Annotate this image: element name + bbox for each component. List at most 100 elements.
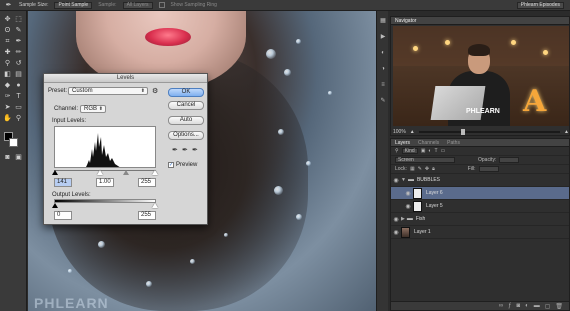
- visibility-eye-icon[interactable]: ◉: [391, 229, 401, 236]
- layer-row-layer-6[interactable]: ◉ Layer 6: [391, 187, 569, 200]
- add-mask-icon[interactable]: ◙: [516, 303, 520, 309]
- healing-brush-icon[interactable]: ✚: [3, 48, 12, 57]
- quick-mask-icon[interactable]: ◙: [3, 153, 12, 162]
- quick-select-tool-icon[interactable]: ✎: [14, 26, 23, 35]
- crop-tool-icon[interactable]: ⌗: [3, 37, 12, 46]
- input-white-field[interactable]: 255: [138, 178, 156, 187]
- layer-row-group-fish[interactable]: ◉ ▶ ▬ Fish: [391, 213, 569, 226]
- expand-arrow-icon[interactable]: ▼: [401, 177, 406, 183]
- eyedropper-tool-icon[interactable]: ✒: [4, 1, 13, 10]
- dodge-tool-icon[interactable]: ●: [14, 81, 23, 90]
- zoom-in-icon[interactable]: ▲: [564, 129, 569, 135]
- adjustment-layer-icon[interactable]: ◐: [525, 303, 529, 309]
- sample-select[interactable]: All Layers: [122, 1, 153, 9]
- filter-type-icon[interactable]: T: [434, 148, 437, 154]
- brush-panel-icon[interactable]: ✎: [379, 97, 387, 105]
- visibility-eye-icon[interactable]: ◉: [391, 177, 401, 184]
- tab-channels[interactable]: Channels: [418, 140, 439, 146]
- opacity-field[interactable]: [499, 157, 520, 163]
- properties-panel-icon[interactable]: ≡: [379, 81, 387, 89]
- input-gamma-field[interactable]: 1.00: [96, 178, 114, 187]
- channel-select[interactable]: RGB ⬍: [80, 105, 106, 113]
- lock-paint-icon[interactable]: ✎: [418, 166, 422, 172]
- collapse-arrow-icon[interactable]: ▶: [401, 216, 405, 222]
- zoom-slider-knob[interactable]: [461, 128, 466, 135]
- show-sampling-ring-checkbox[interactable]: [158, 2, 165, 8]
- color-panel-icon[interactable]: ◐: [379, 49, 387, 57]
- actions-panel-icon[interactable]: ▶: [379, 33, 387, 41]
- preview-checkbox[interactable]: ✓: [168, 162, 174, 168]
- filter-shape-icon[interactable]: ▭: [441, 148, 446, 154]
- input-white-slider[interactable]: [97, 170, 103, 175]
- blur-tool-icon[interactable]: ◆: [3, 81, 12, 90]
- gradient-tool-icon[interactable]: ▤: [14, 70, 23, 79]
- filter-adjust-icon[interactable]: ◐: [428, 148, 431, 154]
- white-point-eyedropper-icon[interactable]: ✒: [192, 146, 198, 154]
- marquee-tool-icon[interactable]: ⬚: [14, 15, 23, 24]
- background-color-swatch[interactable]: [9, 138, 18, 147]
- visibility-eye-icon[interactable]: ◉: [403, 203, 413, 210]
- preview-toggle[interactable]: ✓ Preview: [168, 162, 197, 168]
- eraser-tool-icon[interactable]: ◧: [3, 70, 12, 79]
- type-tool-icon[interactable]: T: [14, 92, 23, 101]
- auto-button[interactable]: Auto: [168, 116, 204, 125]
- tab-navigator[interactable]: Navigator: [395, 18, 416, 24]
- visibility-eye-icon[interactable]: ◉: [403, 190, 413, 197]
- output-white-slider[interactable]: [152, 203, 158, 208]
- gray-point-eyedropper-icon[interactable]: ✒: [182, 146, 188, 154]
- input-gamma-slider[interactable]: [123, 170, 129, 175]
- zoom-out-icon[interactable]: ▲: [410, 129, 415, 135]
- zoom-level[interactable]: 100%: [393, 129, 406, 135]
- navigator-preview[interactable]: PHLEARN A: [393, 26, 569, 126]
- fill-field[interactable]: [478, 166, 499, 172]
- zoom-slider[interactable]: [418, 128, 561, 135]
- input-slider-track[interactable]: [54, 170, 156, 171]
- ok-button[interactable]: OK: [168, 88, 204, 97]
- lock-pixels-icon[interactable]: ▦: [410, 166, 415, 172]
- black-point-eyedropper-icon[interactable]: ✒: [172, 146, 178, 154]
- trash-icon[interactable]: 🗑︎: [555, 303, 563, 310]
- output-black-field[interactable]: 0: [54, 211, 72, 220]
- dialog-title[interactable]: Levels: [44, 74, 207, 83]
- history-brush-icon[interactable]: ↺: [14, 59, 23, 68]
- filter-pixel-icon[interactable]: ▣: [421, 148, 426, 154]
- layer-row-layer-5[interactable]: ◉ Layer 5: [391, 200, 569, 213]
- shape-tool-icon[interactable]: ▭: [14, 103, 23, 112]
- output-white-field[interactable]: 255: [138, 211, 156, 220]
- new-group-icon[interactable]: ▬: [534, 303, 540, 309]
- lock-all-icon[interactable]: 🔒︎: [432, 166, 435, 172]
- blend-mode-select[interactable]: Screen: [395, 157, 455, 163]
- filter-kind-select[interactable]: Kind: [401, 148, 418, 154]
- input-white-slider-end[interactable]: [152, 170, 158, 175]
- visibility-eye-icon[interactable]: ◉: [391, 216, 401, 223]
- lasso-tool-icon[interactable]: ʘ: [3, 26, 12, 35]
- output-black-slider[interactable]: [52, 203, 58, 208]
- layer-style-icon[interactable]: ƒ: [508, 303, 511, 309]
- move-tool-icon[interactable]: ✥: [3, 15, 12, 24]
- screen-mode-icon[interactable]: ▣: [14, 153, 23, 162]
- clone-stamp-icon[interactable]: ⚲: [3, 59, 12, 68]
- history-panel-icon[interactable]: ▦: [379, 17, 387, 25]
- workspace-select[interactable]: Phlearn Episodes: [516, 1, 564, 9]
- zoom-tool-icon[interactable]: ⚲: [14, 114, 23, 123]
- preset-options-icon[interactable]: ⚙: [152, 87, 158, 95]
- path-select-icon[interactable]: ➤: [3, 103, 12, 112]
- pen-tool-icon[interactable]: ✑: [3, 92, 12, 101]
- options-button[interactable]: Options...: [168, 131, 204, 140]
- layer-row-group-bubbles[interactable]: ◉ ▼ ▬ BUBBLES: [391, 174, 569, 187]
- sample-size-select[interactable]: Point Sample: [54, 1, 93, 9]
- tab-layers[interactable]: Layers: [395, 140, 410, 146]
- eyedropper-icon[interactable]: ✒: [14, 37, 23, 46]
- cancel-button[interactable]: Cancel: [168, 101, 204, 110]
- new-layer-icon[interactable]: ▢: [545, 303, 551, 310]
- input-black-field[interactable]: 141: [54, 178, 72, 187]
- adjustments-panel-icon[interactable]: ◑: [379, 65, 387, 73]
- brush-tool-icon[interactable]: ✏: [14, 48, 23, 57]
- preset-select[interactable]: Custom ⬍: [68, 87, 148, 95]
- link-layers-icon[interactable]: ∞: [499, 303, 503, 309]
- hand-tool-icon[interactable]: ✋: [3, 114, 12, 123]
- tab-paths[interactable]: Paths: [447, 140, 460, 146]
- input-black-slider[interactable]: [52, 170, 58, 175]
- layer-row-layer-1[interactable]: ◉ Layer 1: [391, 226, 569, 239]
- lock-position-icon[interactable]: ✥: [425, 166, 429, 172]
